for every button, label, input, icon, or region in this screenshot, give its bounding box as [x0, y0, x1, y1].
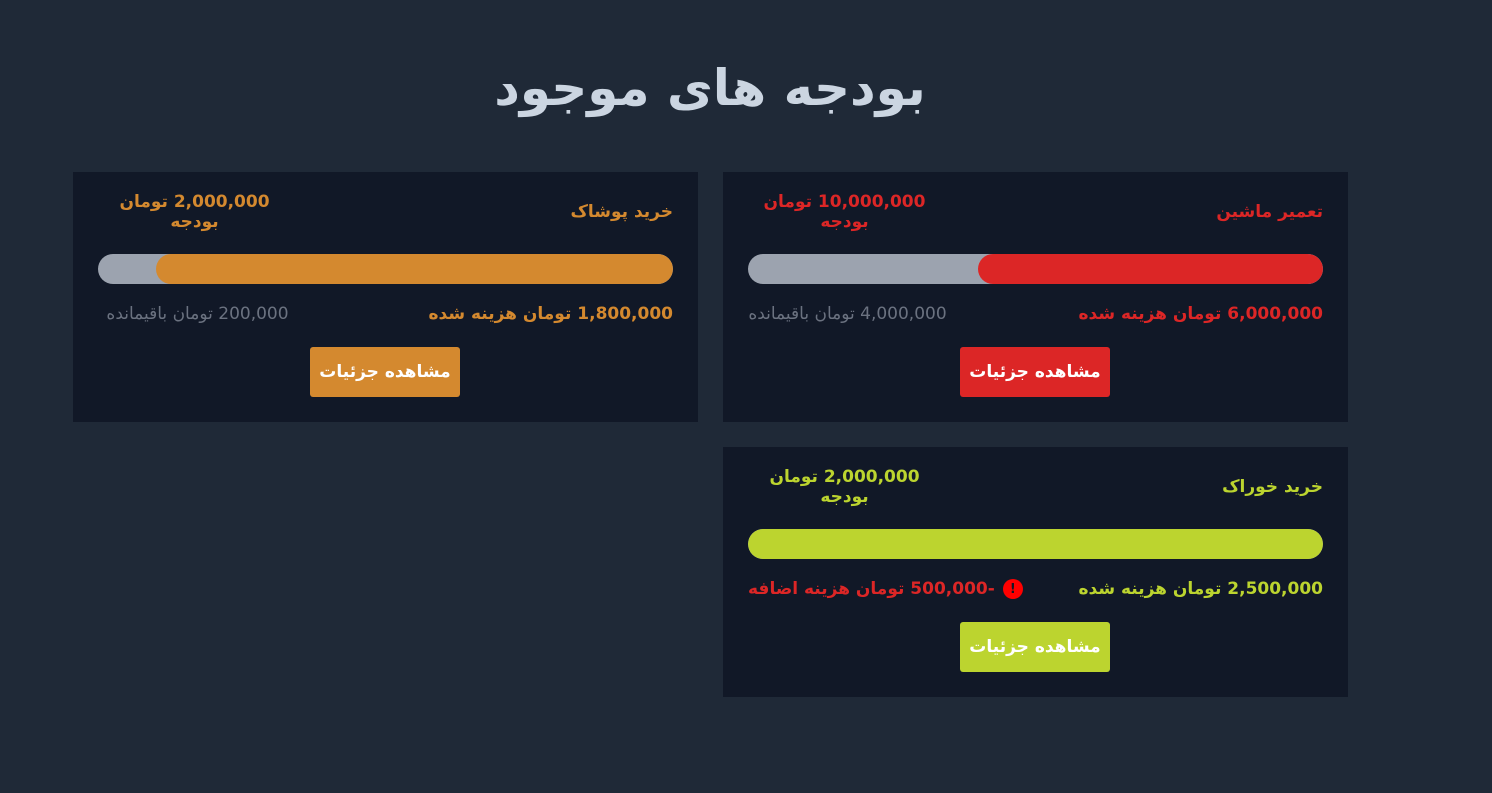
view-details-button[interactable]: مشاهده جزئیات	[960, 347, 1110, 397]
page-title: بودجه های موجود	[494, 59, 926, 117]
view-details-button[interactable]: مشاهده جزئیات	[310, 347, 460, 397]
remaining-amount: 200,000 تومان باقیمانده	[106, 304, 289, 324]
card-header: خرید خوراک 2,000,000 تومان بودجه	[748, 467, 1323, 507]
progress-fill	[155, 254, 673, 284]
budget-card-car-repair: تعمیر ماشین 10,000,000 تومان بودجه 6,000…	[723, 172, 1348, 422]
budget-amount: 10,000,000 تومان بودجه	[763, 192, 926, 232]
spent-amount: 6,000,000 تومان هزینه شده	[1078, 304, 1323, 324]
budget-name: خرید خوراک	[1222, 477, 1323, 497]
progress-bar	[748, 529, 1323, 559]
budget-amount: 2,000,000 تومان بودجه	[119, 192, 270, 232]
progress-fill	[748, 529, 1323, 559]
budget-amount: 2,000,000 تومان بودجه	[769, 467, 920, 507]
spent-amount: 2,500,000 تومان هزینه شده	[1078, 579, 1323, 599]
progress-bar	[98, 254, 673, 284]
card-header: تعمیر ماشین 10,000,000 تومان بودجه	[748, 192, 1323, 232]
progress-bar	[748, 254, 1323, 284]
progress-fill	[978, 254, 1323, 284]
over-budget-notice: ! -500,000 تومان هزینه اضافه	[748, 579, 1023, 599]
card-footer: 2,500,000 تومان هزینه شده ! -500,000 توم…	[748, 577, 1323, 601]
budget-card-clothing: خرید پوشاک 2,000,000 تومان بودجه 1,800,0…	[73, 172, 698, 422]
card-header: خرید پوشاک 2,000,000 تومان بودجه	[98, 192, 674, 232]
card-footer: 1,800,000 تومان هزینه شده 200,000 تومان …	[98, 302, 673, 326]
budget-name: خرید پوشاک	[570, 202, 674, 222]
budget-card-food: خرید خوراک 2,000,000 تومان بودجه 2,500,0…	[723, 447, 1348, 697]
budget-name: تعمیر ماشین	[1216, 202, 1323, 222]
remaining-amount: 4,000,000 تومان باقیمانده	[748, 304, 947, 324]
over-budget-amount: -500,000 تومان هزینه اضافه	[748, 579, 995, 599]
alert-circle-icon: !	[1002, 579, 1023, 599]
card-footer: 6,000,000 تومان هزینه شده 4,000,000 توما…	[748, 302, 1323, 326]
spent-amount: 1,800,000 تومان هزینه شده	[428, 304, 673, 324]
view-details-button[interactable]: مشاهده جزئیات	[960, 622, 1110, 672]
